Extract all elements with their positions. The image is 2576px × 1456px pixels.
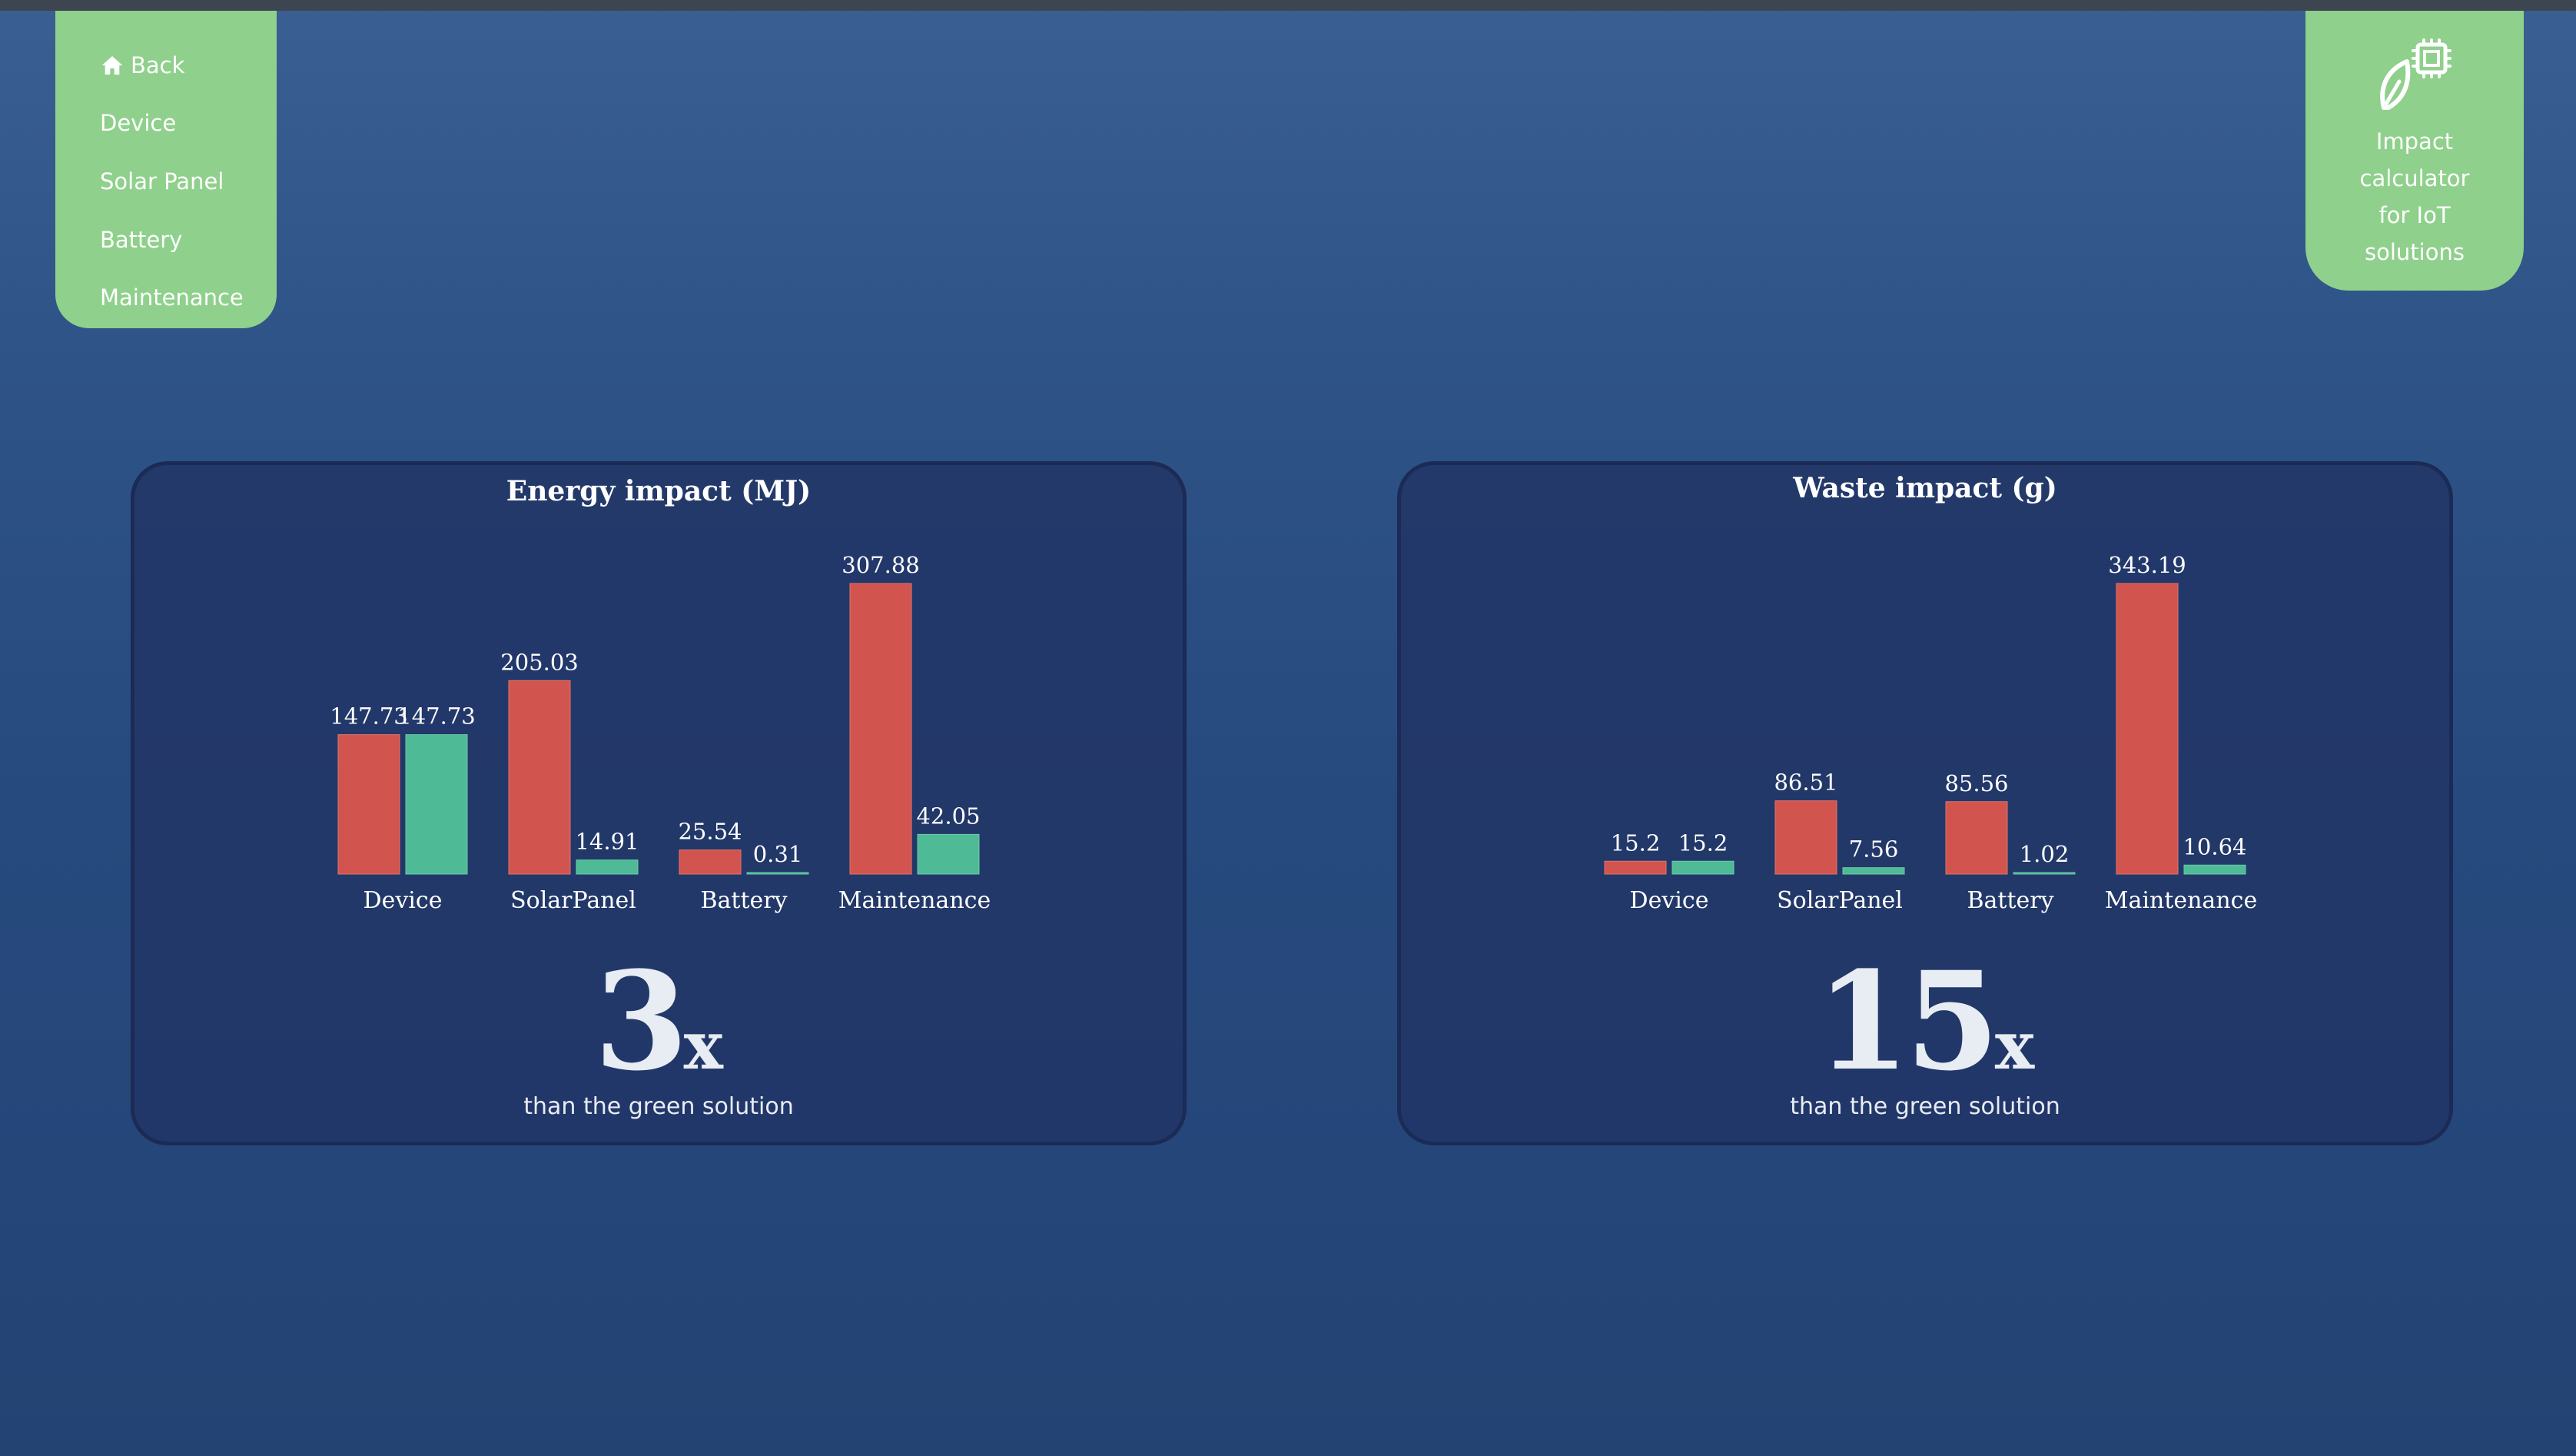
data-label: 25.54 [678,819,742,845]
category-label: Battery [1967,887,2053,914]
category-label: Maintenance [2105,887,2257,914]
data-label: 7.56 [1849,836,1899,863]
data-label: 85.56 [1944,770,2008,796]
home-icon [101,56,123,75]
nav-battery[interactable]: Battery [100,221,182,259]
nav-solar-panel[interactable]: Solar Panel [100,162,224,201]
energy-chart-title: Energy impact (MJ) [506,475,811,507]
brand-badge: Impact calculator for IoT solutions [2305,11,2524,291]
nav-maintenance-label: Maintenance [100,284,244,311]
category-label: Battery [700,887,787,914]
waste-multiplier-suffix: x [1994,1007,2035,1085]
energy-multiplier-suffix: x [683,1007,723,1085]
window-top-bar [0,0,2576,11]
bar-green [746,872,809,875]
brand-line: solutions [2365,239,2465,265]
category-label: Device [363,887,443,914]
data-label: 10.64 [2183,833,2246,859]
data-label: 205.03 [500,649,578,675]
bar-standard [2116,583,2179,875]
data-label: 0.31 [753,841,803,867]
nav-back-label: Back [131,52,185,78]
data-label: 147.73 [330,703,407,730]
nav-back[interactable]: Back [100,46,184,85]
data-label: 1.02 [2020,841,2070,867]
category-label: SolarPanel [510,887,636,914]
energy-multiplier: 3x [134,942,1183,1101]
brand-line: Impact [2375,128,2454,155]
waste-multiplier: 15x [1401,942,2449,1101]
waste-chart-title: Waste impact (g) [1792,472,2057,504]
nav-device[interactable]: Device [100,104,176,142]
brand-line: for IoT [2378,202,2451,228]
nav-maintenance[interactable]: Maintenance [100,278,244,317]
energy-multiplier-value: 3 [594,942,688,1101]
bar-standard [337,734,400,875]
nav-battery-label: Battery [100,227,183,253]
data-label: 343.19 [2108,552,2186,578]
leaf-chip-icon [2380,38,2452,110]
bar-standard [1945,801,2008,875]
category-label: Device [1630,887,1709,914]
waste-caption: than the green solution [1790,1093,2060,1120]
energy-impact-panel: Energy impact (MJ) 147.73 147.73 Device 205.… [131,461,1187,1145]
waste-impact-panel: Waste impact (g) 15.2 15.2 Device 86.51 7.56 S… [1397,461,2453,1145]
bar-standard [508,680,571,875]
data-label: 42.05 [916,803,980,829]
data-label: 14.91 [575,829,639,855]
nav-device-label: Device [100,110,177,136]
bar-green [576,859,639,875]
bar-green [2183,864,2246,875]
bar-green [1842,867,1905,875]
data-label: 15.2 [1611,829,1661,856]
waste-multiplier-value: 15 [1815,942,2000,1101]
category-label: Maintenance [838,887,991,914]
bar-standard [1774,800,1837,875]
category-label: SolarPanel [1777,887,1903,914]
data-label: 307.88 [842,552,919,578]
bar-green [917,833,980,875]
side-nav: Back Device Solar Panel Battery Maintena… [55,11,277,328]
bar-green [2013,872,2076,875]
brand-line: calculator [2359,165,2470,191]
bar-standard [1604,860,1667,875]
data-label: 15.2 [1678,829,1728,856]
bar-standard [849,583,912,875]
bar-standard [679,849,742,875]
data-label: 147.73 [397,703,475,730]
bar-green [405,734,468,875]
energy-caption: than the green solution [523,1093,794,1120]
nav-solar-panel-label: Solar Panel [100,168,224,194]
brand-title: Impact calculator for IoT solutions [2305,123,2524,271]
bar-green [1671,860,1734,875]
data-label: 86.51 [1774,770,1837,796]
